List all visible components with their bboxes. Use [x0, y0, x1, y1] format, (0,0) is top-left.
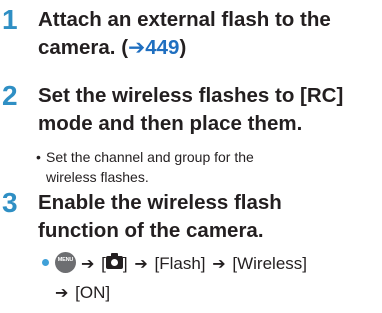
- arrow-right-icon: ➔: [128, 36, 146, 59]
- menu-item-flash: [Flash]: [154, 254, 206, 273]
- menu-path-line: ➔ [ON]: [42, 279, 372, 308]
- arrow-right-icon: ➔: [212, 256, 226, 273]
- step-title-line: Enable the wireless flash: [38, 191, 282, 214]
- step-title: Set the wireless flashes to [RC] mode an…: [38, 82, 382, 138]
- step-note: • Set the channel and group for the wire…: [36, 147, 366, 187]
- step-1: 1 Attach an external flash to the camera…: [0, 4, 382, 64]
- step-title: Attach an external flash to the camera. …: [38, 6, 382, 62]
- menu-item-wireless: [Wireless]: [232, 254, 308, 273]
- step-title-line: Set the wireless flashes to [RC]: [38, 84, 344, 107]
- step-number: 3: [2, 187, 18, 218]
- step-title-line: Attach an external flash to the: [38, 8, 331, 31]
- note-line: Set the channel and group for the: [46, 149, 254, 165]
- camera-icon: [105, 253, 123, 270]
- menu-item-on: [ON]: [75, 283, 111, 302]
- menu-path-line: MENU ➔ [] ➔ [Flash] ➔ [Wireless]: [42, 250, 372, 279]
- step-title-line: mode and then place them.: [38, 112, 303, 135]
- step-title-line: camera. (➔449): [38, 36, 187, 59]
- step-number: 2: [2, 80, 18, 111]
- step-3: 3 Enable the wireless flash function of …: [0, 187, 382, 247]
- menu-set-button-icon: MENU: [55, 252, 76, 274]
- page-reference-link[interactable]: ➔449: [128, 36, 179, 59]
- step-title-line: function of the camera.: [38, 219, 264, 242]
- arrow-right-icon: ➔: [55, 285, 69, 302]
- bullet-circle-icon: [42, 259, 49, 267]
- note-line: wireless flashes.: [46, 169, 149, 185]
- arrow-right-icon: ➔: [134, 256, 148, 273]
- step-title: Enable the wireless flash function of th…: [38, 189, 382, 245]
- menu-path: MENU ➔ [] ➔ [Flash] ➔ [Wireless] ➔ [ON]: [42, 250, 372, 308]
- step-number: 1: [2, 4, 18, 35]
- bullet-dot: •: [36, 149, 41, 165]
- arrow-right-icon: ➔: [81, 256, 95, 273]
